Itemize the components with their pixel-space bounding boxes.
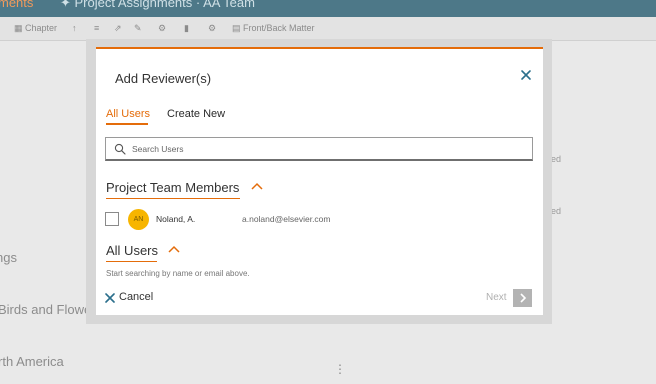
move-down-icon[interactable]: ≡ — [94, 23, 99, 33]
section-underline — [106, 261, 157, 262]
delete-icon[interactable]: ▮ — [184, 23, 189, 34]
close-icon — [105, 293, 115, 303]
gear-icon[interactable]: ⚙ — [208, 23, 216, 34]
section-heading: Project Team Members — [106, 180, 240, 195]
project-team-members-header[interactable]: Project Team Members — [106, 180, 263, 199]
avatar: AN — [128, 209, 149, 230]
app-header: ments ✦ Project Assignments · AA Team — [0, 0, 656, 17]
tab-create-new[interactable]: Create New — [167, 108, 225, 120]
all-users-header[interactable]: All Users — [106, 243, 180, 262]
toolbar-front-back-matter-button[interactable]: ▤ Front/Back Matter — [232, 23, 315, 34]
toolbar: ▦ Chapter ↑ ≡ ⇗ ✎ ⚙ ▮ ⚙ ▤ Front/Back Mat… — [0, 17, 656, 41]
list-item[interactable]: rth America — [0, 354, 64, 369]
chevron-up-icon[interactable] — [251, 182, 263, 190]
breadcrumb-current[interactable]: ments — [0, 0, 33, 10]
search-box — [105, 137, 533, 161]
breadcrumb-path[interactable]: ✦ Project Assignments · AA Team — [60, 0, 255, 11]
dialog-title: Add Reviewer(s) — [115, 71, 212, 86]
search-input[interactable] — [132, 141, 522, 157]
chapter-icon: ▦ — [14, 23, 26, 33]
settings-icon[interactable]: ⚙ — [158, 23, 166, 34]
edit-icon[interactable]: ✎ — [134, 23, 142, 34]
next-button[interactable] — [513, 289, 532, 307]
toolbar-chapter-button[interactable]: ▦ Chapter — [14, 23, 57, 34]
link-icon[interactable]: ⇗ — [114, 23, 122, 34]
add-reviewer-dialog: Add Reviewer(s) All Users Create New Pro… — [96, 47, 543, 315]
move-up-icon[interactable]: ↑ — [72, 23, 77, 33]
chevron-right-icon — [520, 293, 527, 303]
list-item[interactable]: ngs — [0, 250, 17, 265]
section-underline — [106, 198, 240, 199]
member-checkbox[interactable] — [105, 212, 119, 226]
section-heading: All Users — [106, 243, 159, 258]
more-icon[interactable]: ⋮ — [334, 363, 346, 375]
member-email: a.noland@elsevier.com — [242, 214, 331, 224]
close-icon[interactable] — [520, 69, 532, 81]
document-icon: ▤ — [232, 23, 244, 33]
list-item: AN Noland, A. a.noland@elsevier.com — [105, 209, 525, 233]
member-name: Noland, A. — [156, 214, 196, 224]
cancel-label: Cancel — [119, 291, 154, 303]
chevron-up-icon[interactable] — [168, 245, 180, 253]
tab-all-users[interactable]: All Users — [106, 108, 150, 125]
search-icon — [114, 143, 126, 155]
search-hint: Start searching by name or email above. — [106, 269, 250, 278]
next-label[interactable]: Next — [486, 292, 507, 303]
